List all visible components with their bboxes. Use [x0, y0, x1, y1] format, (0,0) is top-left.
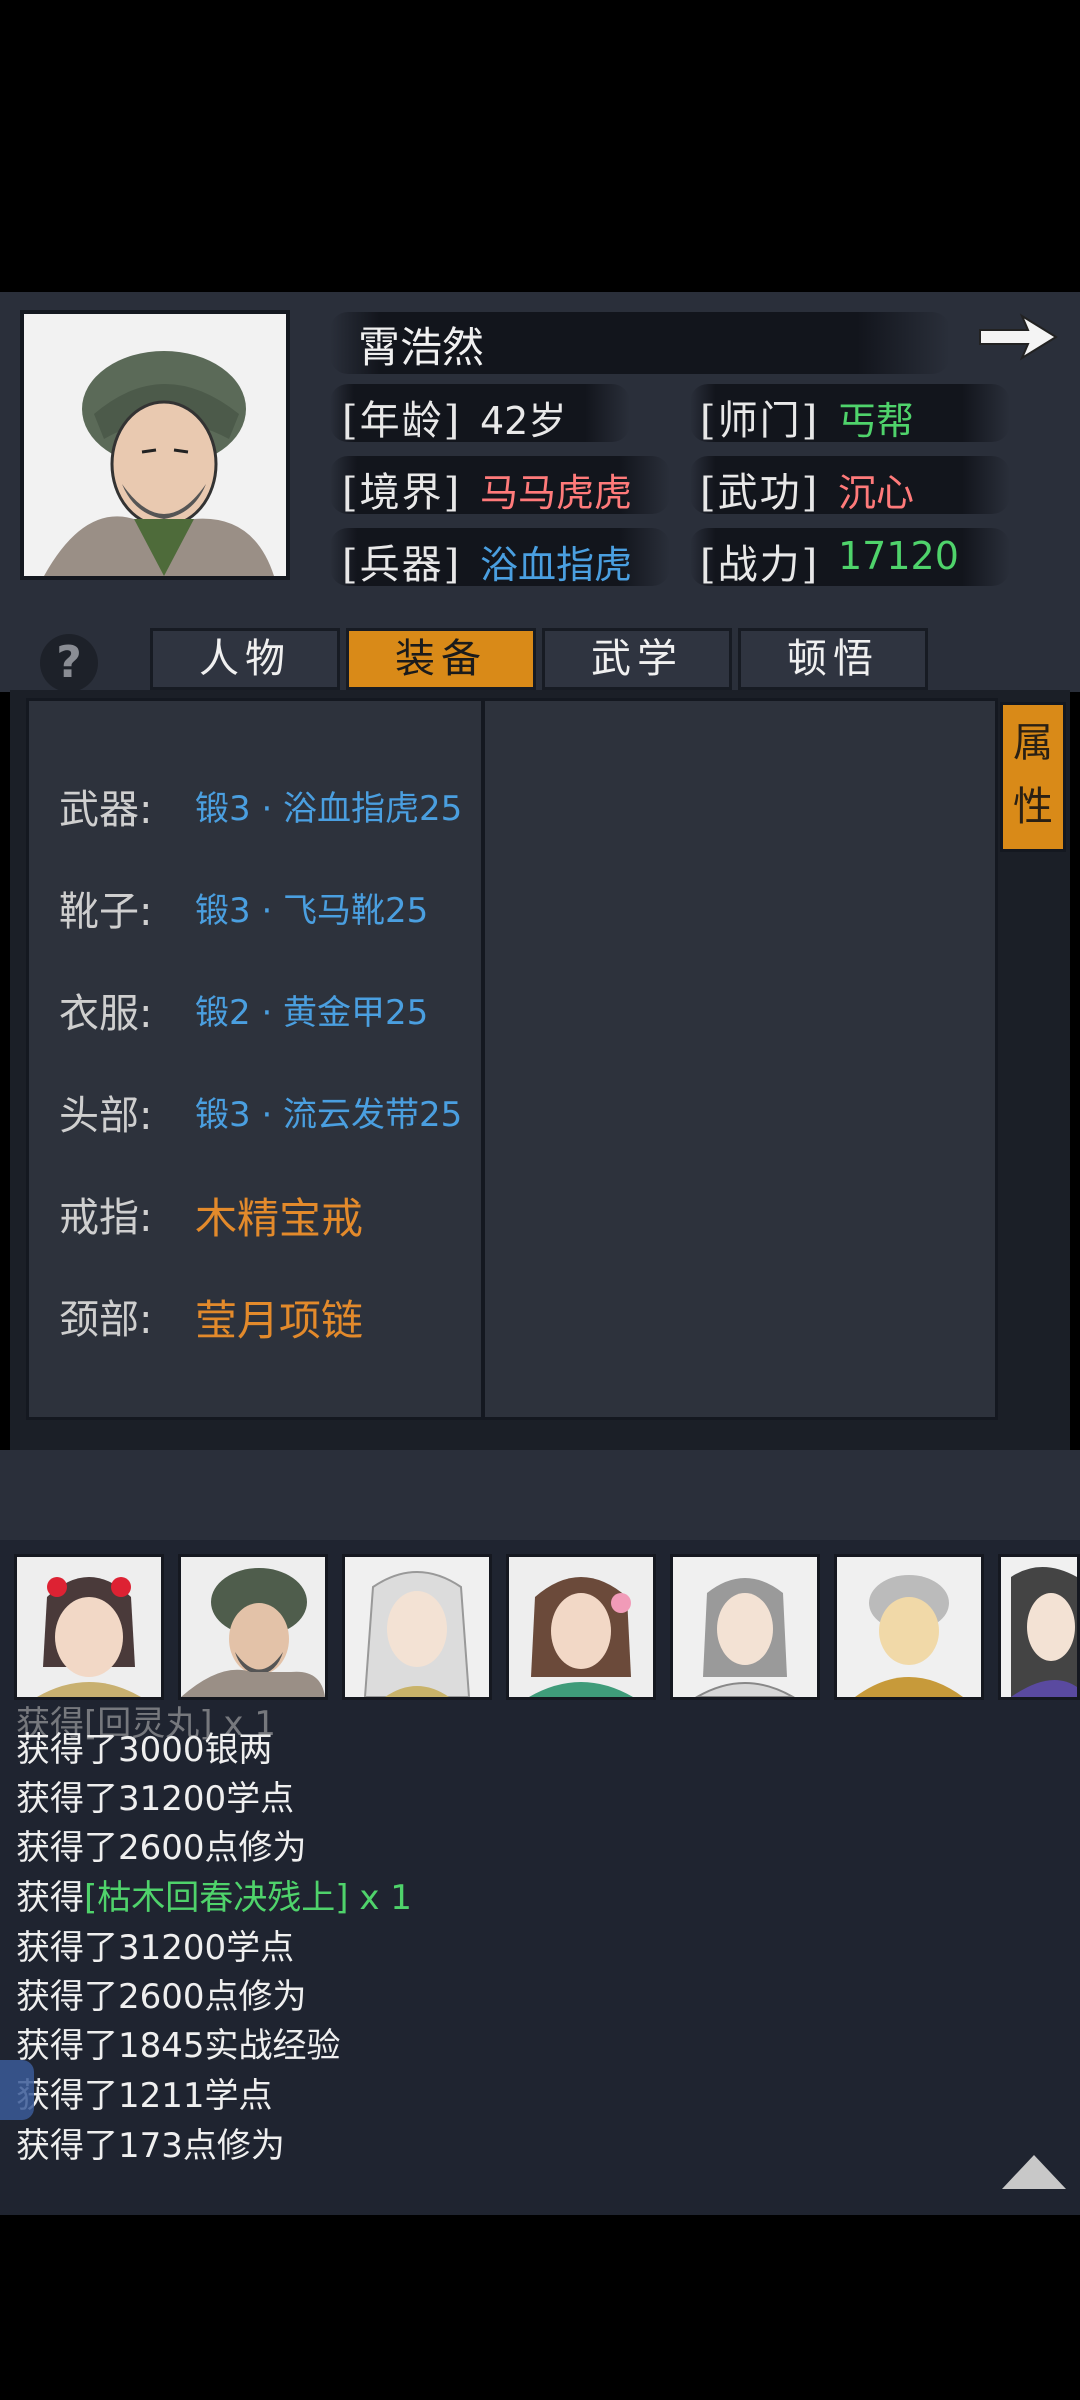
character-header: 霄浩然 [年龄] 42岁 [师门] 丐帮 [境界] 马马虎虎 [武功] 沉心 [… — [0, 292, 1080, 612]
slot-clothes-label: 衣服: — [59, 991, 153, 1037]
log-line: 获得[枯木回春决残上] x 1 — [16, 1878, 412, 1918]
arrow-right-icon — [979, 313, 1058, 361]
party-bar — [0, 1540, 1080, 1710]
log-line: 获得了31200学点 — [16, 1928, 295, 1968]
attributes-tab-char2: 性 — [1013, 784, 1053, 830]
power-label: [战力] — [700, 542, 820, 588]
slot-boots-label: 靴子: — [59, 889, 153, 935]
character-portrait[interactable] — [20, 310, 290, 580]
tab-martial-arts[interactable]: 武学 — [542, 628, 732, 690]
log-line: 获得了1211学点 — [16, 2076, 273, 2116]
log-line: 获得了1845实战经验 — [16, 2026, 341, 2066]
slot-boots-item[interactable]: 锻3 · 飞马靴25 — [195, 883, 428, 932]
message-log[interactable]: 获得[回灵丸] x 1 获得了3000银两 获得了31200学点 获得了2600… — [0, 1704, 1080, 2215]
help-icon: ? — [56, 637, 82, 688]
scroll-up-icon[interactable] — [1002, 2155, 1066, 2189]
party-member-1[interactable] — [14, 1554, 164, 1700]
tab-insight[interactable]: 顿悟 — [738, 628, 928, 690]
log-line: 获得了2600点修为 — [16, 1828, 307, 1868]
party-member-3[interactable] — [342, 1554, 492, 1700]
tab-bar: ? 人物 装备 武学 顿悟 — [0, 612, 1080, 692]
white-hair-portrait-icon — [345, 1557, 489, 1697]
slot-weapon-label: 武器: — [59, 787, 153, 833]
sect-value: 丐帮 — [838, 399, 915, 443]
slot-head-item[interactable]: 锻3 · 流云发带25 — [195, 1087, 462, 1136]
weapon-label: [兵器] — [342, 542, 462, 588]
swordsman-portrait-icon — [673, 1557, 817, 1697]
tab-equipment[interactable]: 装备 — [346, 628, 536, 690]
equipment-list: 武器: 锻3 · 浴血指虎25 靴子: 锻3 · 飞马靴25 衣服: 锻2 · … — [26, 698, 484, 1420]
party-member-2[interactable] — [178, 1554, 328, 1700]
party-member-4[interactable] — [506, 1554, 656, 1700]
equipment-panel: 武器: 锻3 · 浴血指虎25 靴子: 锻3 · 飞马靴25 衣服: 锻2 · … — [10, 690, 1070, 1450]
slot-weapon-item[interactable]: 锻3 · 浴血指虎25 — [195, 781, 462, 830]
party-member-6[interactable] — [834, 1554, 984, 1700]
skill-label: [武功] — [700, 470, 820, 516]
divider-band — [0, 1450, 1080, 1540]
party-member-7[interactable] — [998, 1554, 1080, 1700]
item-detail-area — [482, 698, 998, 1420]
sect-label: [师门] — [700, 398, 820, 444]
realm-value: 马马虎虎 — [480, 471, 633, 515]
age-label: [年龄] — [342, 398, 462, 444]
attributes-tab[interactable]: 属 性 — [1000, 702, 1066, 852]
lady-portrait-icon — [509, 1557, 653, 1697]
slot-clothes-item[interactable]: 锻2 · 黄金甲25 — [195, 985, 428, 1034]
slot-head-label: 头部: — [59, 1093, 153, 1139]
attributes-tab-char1: 属 — [1013, 720, 1053, 766]
party-member-5[interactable] — [670, 1554, 820, 1700]
next-character-button[interactable] — [976, 312, 1060, 362]
log-line: 获得了2600点修为 — [16, 1977, 307, 2017]
slot-ring-item[interactable]: 木精宝戒 — [195, 1185, 363, 1246]
monk-portrait-icon — [837, 1557, 981, 1697]
log-line: 获得了3000银两 — [16, 1730, 273, 1770]
girl-portrait-icon — [17, 1557, 161, 1697]
log-line: 获得了173点修为 — [16, 2126, 285, 2166]
beggar-portrait-icon — [181, 1557, 325, 1697]
scholar-portrait-icon — [1001, 1557, 1077, 1697]
character-name: 霄浩然 — [358, 323, 485, 372]
realm-label: [境界] — [342, 470, 462, 516]
tab-character[interactable]: 人物 — [150, 628, 340, 690]
power-value: 17120 — [838, 534, 959, 578]
age-value: 42岁 — [480, 399, 567, 443]
skill-value: 沉心 — [838, 471, 915, 515]
log-line: 获得了31200学点 — [16, 1779, 295, 1819]
log-item-highlight: [枯木回春决残上] — [84, 1878, 349, 1918]
slot-neck-label: 颈部: — [59, 1297, 153, 1343]
slot-ring-label: 戒指: — [59, 1195, 153, 1241]
help-button[interactable]: ? — [40, 634, 98, 692]
weapon-value: 浴血指虎 — [480, 543, 633, 587]
beggar-portrait-icon — [24, 314, 286, 576]
slot-neck-item[interactable]: 莹月项链 — [195, 1287, 363, 1348]
side-drawer-handle[interactable] — [0, 2060, 34, 2120]
